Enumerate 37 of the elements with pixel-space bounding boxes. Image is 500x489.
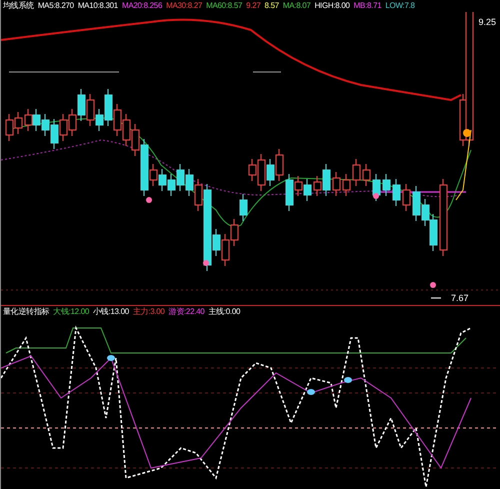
price-label: 7.67 — [451, 292, 469, 305]
indicator-value: MA60:8.57 — [206, 2, 242, 10]
signal-dot — [107, 355, 115, 361]
indicator-value: 小钱:13.00 — [93, 308, 129, 316]
indicator-value: MA10:8.301 — [78, 2, 118, 10]
indicator-value: 游资:22.40 — [168, 308, 204, 316]
indicator-value: HIGH:8.00 — [314, 2, 350, 10]
indicator-value: 量化逆转指标 — [3, 308, 50, 316]
indicator-value: 8.57 — [264, 2, 279, 10]
candlestick — [362, 164, 370, 186]
indicator-value: MB:8.71 — [354, 2, 382, 10]
candlestick — [332, 172, 340, 196]
signal-dot — [146, 197, 152, 203]
candlestick — [392, 178, 400, 206]
signal-dot — [344, 377, 352, 383]
indicator-value: 大钱:12.00 — [53, 308, 90, 316]
indicator-value: 主线:0.00 — [208, 308, 240, 316]
indicator-value: 主力:3.00 — [132, 308, 165, 316]
candlestick — [352, 158, 360, 186]
indicator-value: MA:8.07 — [282, 2, 311, 10]
indicator-value: MA20:8.256 — [122, 2, 162, 10]
signal-dot — [430, 282, 436, 288]
indicator-value: LOW:7.8 — [385, 2, 415, 10]
signal-dot — [463, 129, 471, 137]
indicator-value: MA5:8.270 — [38, 2, 74, 10]
candlestick — [342, 174, 350, 196]
signal-dot — [373, 193, 379, 199]
price-label: 9.25 — [478, 16, 496, 29]
candlestick — [402, 184, 410, 212]
signal-line — [456, 130, 472, 200]
candlestick — [382, 174, 390, 196]
signal-dot — [307, 389, 315, 395]
indicator-value: MA30:8.27 — [166, 2, 202, 10]
indicator-value: 均线系统 — [3, 2, 34, 10]
signal-dot — [203, 260, 209, 266]
indicator-value: 9.27 — [246, 2, 260, 10]
candlestick — [372, 174, 380, 202]
